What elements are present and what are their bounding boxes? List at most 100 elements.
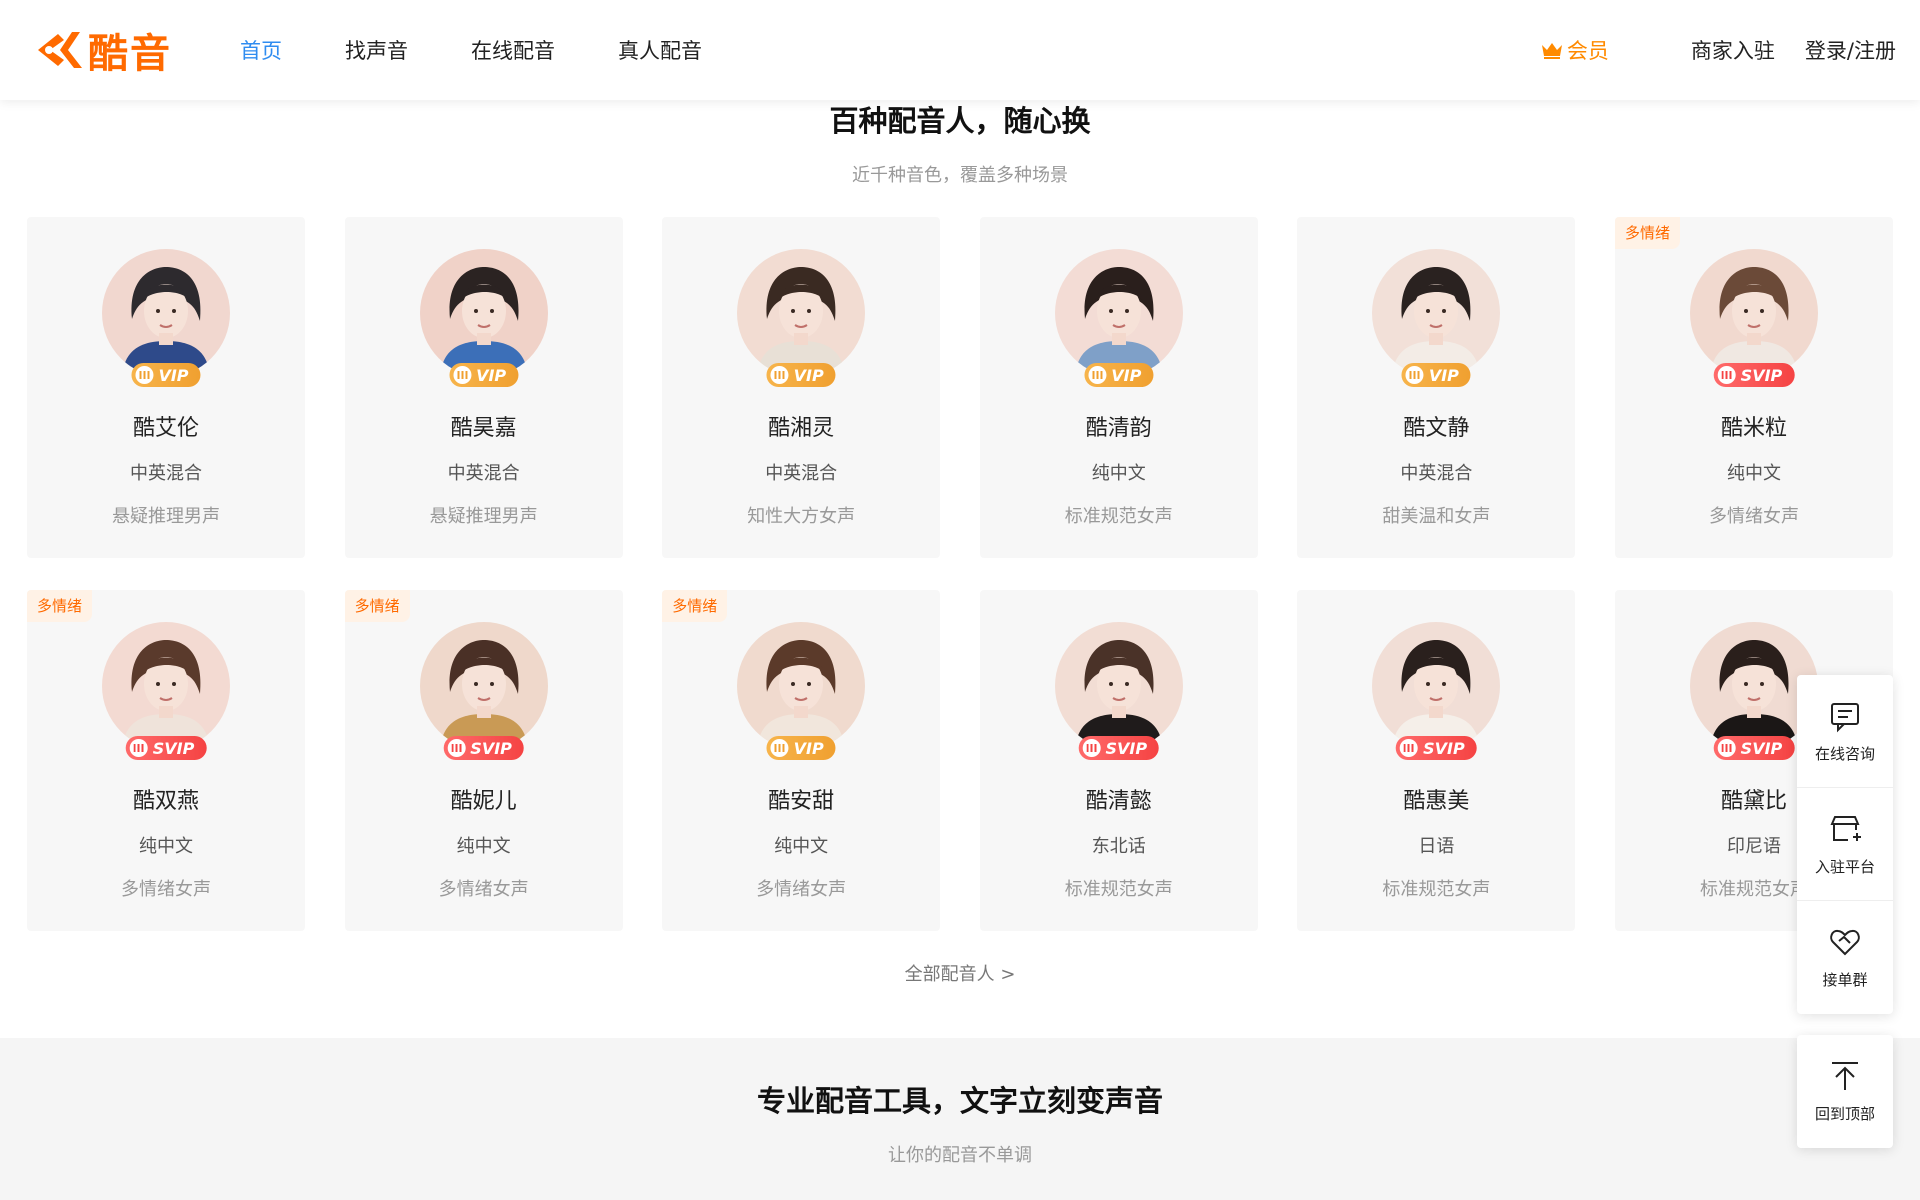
svip-badge: SVIP [1713, 736, 1795, 760]
voice-grid: VIP 酷艾伦 中英混合 悬疑推理男声 VIP 酷昊嘉 中英混合 悬疑推理男声 … [27, 217, 1893, 931]
nav-find-voice[interactable]: 找声音 [345, 35, 408, 65]
audio-wave-icon [1717, 739, 1736, 757]
member-link[interactable]: 会员 [1540, 35, 1609, 65]
vip-badge: VIP [766, 363, 836, 387]
logo[interactable]: 酷音 [28, 28, 172, 77]
badge-label: VIP [1428, 365, 1459, 385]
voice-card[interactable]: VIP 酷清韵 纯中文 标准规范女声 [979, 217, 1258, 558]
audio-wave-icon [770, 366, 789, 384]
main-nav: 首页 找声音 在线配音 真人配音 [240, 0, 765, 100]
badge-label: SVIP [470, 738, 512, 758]
badge-label: SVIP [1423, 738, 1465, 758]
audio-wave-icon [1088, 366, 1107, 384]
audio-wave-icon [1400, 739, 1419, 757]
voice-name: 酷清懿 [1085, 789, 1152, 814]
voice-description: 多情绪女声 [121, 879, 211, 900]
voice-language: 纯中文 [456, 836, 511, 857]
voice-language: 纯中文 [139, 836, 193, 857]
voice-name: 酷湘灵 [768, 416, 835, 441]
handshake-heart-icon [1830, 929, 1860, 956]
voice-card[interactable]: 多情绪 SVIP 酷双燕 纯中文 多情绪女声 [27, 590, 305, 931]
voice-description: 多情绪女声 [1708, 506, 1799, 527]
voice-card[interactable]: VIP 酷文静 中英混合 甜美温和女声 [1297, 217, 1576, 558]
nav-human-dubbing[interactable]: 真人配音 [618, 35, 702, 65]
logo-text: 酷音 [88, 31, 172, 77]
voice-language: 中英混合 [447, 463, 520, 484]
back-to-top-button[interactable]: 回到顶部 [1797, 1035, 1893, 1148]
all-voices-link[interactable]: 全部配音人 > [0, 960, 1920, 986]
voice-name: 酷昊嘉 [450, 416, 517, 441]
badge-label: VIP [158, 365, 189, 385]
top-header: 酷音 首页 找声音 在线配音 真人配音 会员 商家入驻 登录/注册 [0, 0, 1920, 100]
badge-label: VIP [793, 365, 824, 385]
voice-name: 酷安甜 [768, 789, 835, 814]
emotion-tag: 多情绪 [1614, 217, 1680, 249]
header-actions: 会员 商家入驻 登录/注册 [1540, 0, 1896, 100]
voice-avatar [1372, 622, 1501, 750]
voice-card[interactable]: 多情绪 SVIP 酷妮儿 纯中文 多情绪女声 [344, 590, 623, 931]
chat-icon [1831, 702, 1859, 732]
vip-badge: VIP [1084, 363, 1154, 387]
nav-home[interactable]: 首页 [240, 35, 282, 65]
login-register-link[interactable]: 登录/注册 [1805, 35, 1896, 65]
voice-description: 知性大方女声 [747, 506, 856, 527]
voice-description: 标准规范女声 [1064, 506, 1173, 527]
voice-description: 悬疑推理男声 [429, 506, 538, 527]
nav-online-dubbing[interactable]: 在线配音 [471, 35, 555, 65]
svip-badge: SVIP [1078, 736, 1160, 760]
voice-description: 甜美温和女声 [1382, 506, 1491, 527]
badge-label: VIP [1111, 365, 1142, 385]
audio-wave-icon [453, 366, 472, 384]
voice-avatar [737, 622, 866, 750]
audio-wave-icon [129, 739, 148, 757]
voice-card[interactable]: SVIP 酷惠美 日语 标准规范女声 [1297, 590, 1576, 931]
emotion-tag: 多情绪 [344, 590, 410, 622]
tools-section-subtitle: 让你的配音不单调 [888, 1145, 1032, 1166]
voice-name: 酷妮儿 [450, 789, 517, 814]
emotion-tag: 多情绪 [27, 590, 93, 622]
voice-language: 纯中文 [1091, 463, 1146, 484]
voice-language: 纯中文 [774, 836, 829, 857]
voice-card[interactable]: VIP 酷湘灵 中英混合 知性大方女声 [662, 217, 941, 558]
badge-label: SVIP [152, 738, 195, 758]
vip-badge: VIP [449, 363, 519, 387]
voice-description: 标准规范女声 [1382, 879, 1491, 900]
voice-name: 酷惠美 [1403, 789, 1470, 814]
voice-language: 东北话 [1091, 836, 1146, 857]
voice-card[interactable]: 多情绪 VIP 酷安甜 纯中文 多情绪女声 [662, 590, 941, 931]
badge-label: SVIP [1105, 738, 1148, 758]
voice-language: 日语 [1418, 836, 1455, 857]
voice-description: 悬疑推理男声 [112, 506, 220, 527]
voice-avatar [1054, 622, 1183, 750]
merchant-link[interactable]: 商家入驻 [1691, 35, 1775, 65]
join-platform-button[interactable]: 入驻平台 [1797, 788, 1893, 901]
arrow-up-icon [1832, 1062, 1858, 1090]
emotion-tag: 多情绪 [662, 590, 728, 622]
audio-wave-icon [447, 739, 466, 757]
voice-card[interactable]: VIP 酷艾伦 中英混合 悬疑推理男声 [27, 217, 305, 558]
order-group-button[interactable]: 接单群 [1797, 901, 1893, 1014]
vip-badge: VIP [766, 736, 836, 760]
voice-language: 中英混合 [1400, 463, 1473, 484]
logo-icon [38, 32, 82, 68]
voice-avatar [419, 622, 548, 750]
voice-language: 纯中文 [1726, 463, 1781, 484]
voice-avatar [419, 249, 548, 377]
svip-badge: SVIP [443, 736, 524, 760]
badge-label: VIP [476, 365, 507, 385]
tools-section-title: 专业配音工具，文字立刻变声音 [756, 1084, 1163, 1118]
section-subtitle: 近千种音色，覆盖多种场景 [852, 165, 1068, 186]
crown-icon [1541, 43, 1562, 59]
join-platform-label: 入驻平台 [1814, 857, 1875, 876]
voice-card[interactable]: SVIP 酷清懿 东北话 标准规范女声 [979, 590, 1258, 931]
svip-badge: SVIP [1396, 736, 1477, 760]
vip-badge: VIP [1401, 363, 1471, 387]
voice-card[interactable]: VIP 酷昊嘉 中英混合 悬疑推理男声 [344, 217, 623, 558]
back-to-top-label: 回到顶部 [1814, 1105, 1875, 1123]
svip-badge: SVIP [125, 736, 207, 760]
voice-avatar [1054, 249, 1183, 377]
voice-description: 标准规范女声 [1064, 879, 1173, 900]
audio-wave-icon [135, 366, 154, 384]
voice-card[interactable]: 多情绪 SVIP 酷米粒 纯中文 多情绪女声 [1614, 217, 1893, 558]
online-consult-button[interactable]: 在线咨询 [1797, 675, 1893, 788]
